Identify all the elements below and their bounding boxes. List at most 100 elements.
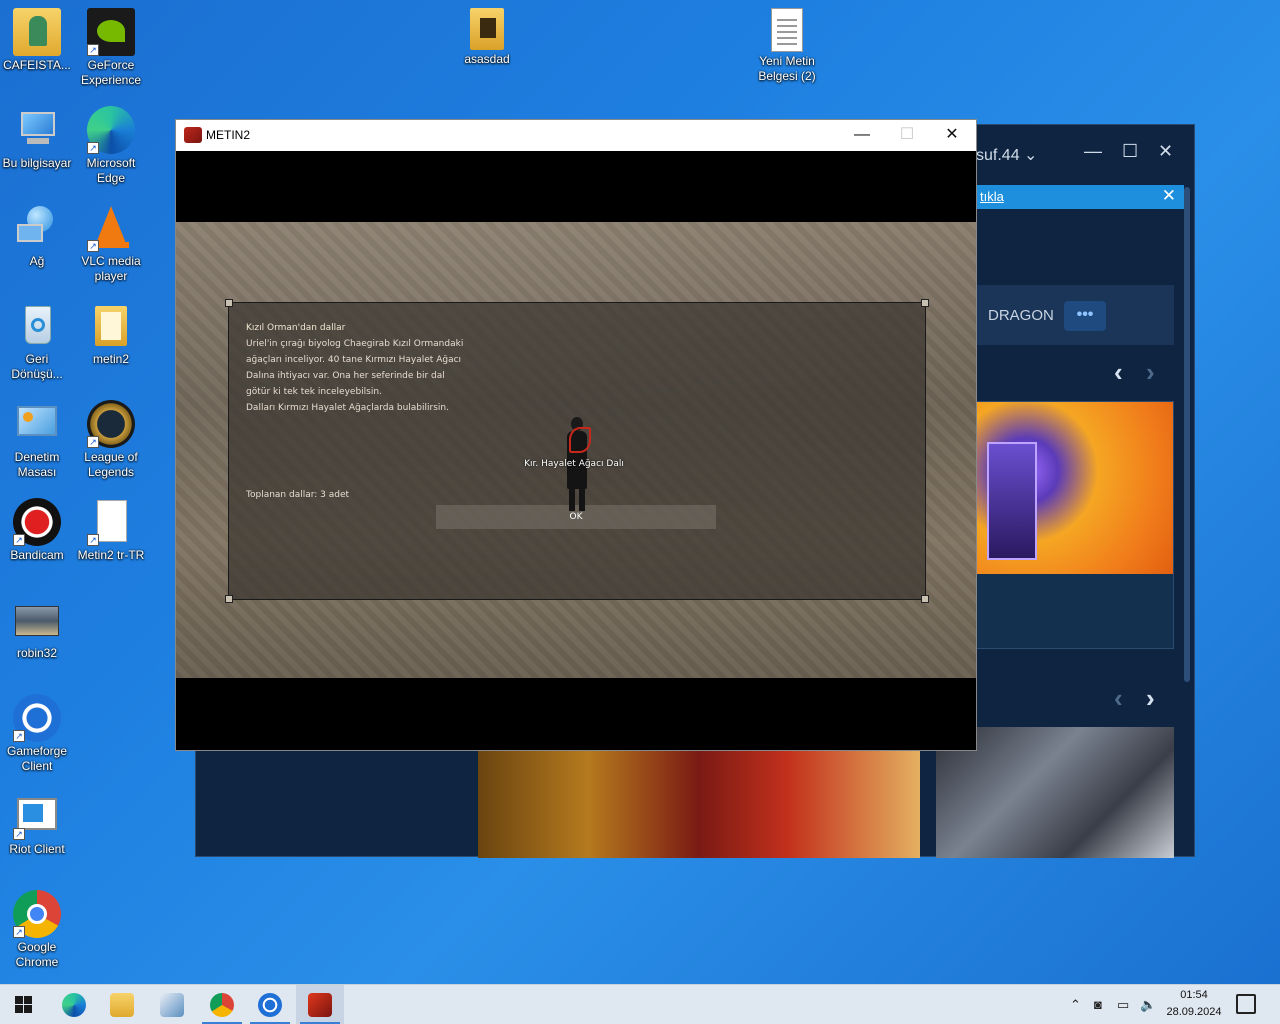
desktop-icon-label: VLC media player <box>81 254 141 283</box>
desktop-icon-label: GeForce Experience <box>80 58 142 87</box>
gameforge-close-button[interactable]: ✕ <box>1158 141 1173 162</box>
network-icon <box>13 204 61 252</box>
maximize-button[interactable]: ☐ <box>885 124 929 146</box>
quest-text-line: götür ki tek tek inceleyebilsin. <box>246 387 382 397</box>
clock-time[interactable]: 01:54 <box>1170 989 1218 1001</box>
start-icon <box>12 993 36 1017</box>
desktop-icon-metin2-tr[interactable]: ↗ Metin2 tr-TR <box>74 498 148 563</box>
desktop-icon-geforce[interactable]: ↗ GeForce Experience <box>74 8 148 88</box>
quest-text-line: ağaçları inceliyor. 40 tane Kırmızı Haya… <box>246 355 462 365</box>
desktop-icon-ag[interactable]: Ağ <box>0 204 74 269</box>
shortcut-arrow-icon: ↗ <box>87 436 99 448</box>
taskbar-control-panel[interactable] <box>148 985 196 1024</box>
dialog-corner <box>225 299 233 307</box>
close-icon[interactable]: ✕ <box>1162 186 1176 206</box>
quest-title: Kızıl Orman'dan dallar <box>246 323 346 333</box>
desktop-icon-bandicam[interactable]: ↗ Bandicam <box>0 498 74 563</box>
gameforge-maximize-button[interactable]: ☐ <box>1122 141 1138 162</box>
desktop-icon-edge[interactable]: ↗ Microsoft Edge <box>74 106 148 186</box>
gameforge-user-menu[interactable]: suf.44 ⌄ <box>976 145 1037 165</box>
folder-icon <box>470 8 504 50</box>
character-name-label: Kır. Hayalet Ağacı Dalı <box>524 459 624 469</box>
volume-icon[interactable]: 🔈 <box>1140 997 1156 1013</box>
quest-text-line: Uriel'in çırağı biyolog Chaegirab Kızıl … <box>246 339 464 349</box>
metin2-window[interactable]: METIN2 — ☐ ✕ Kızıl Orman'dan dallar Urie… <box>175 119 977 751</box>
quest-progress: Toplanan dallar: 3 adet <box>246 490 350 500</box>
shortcut-arrow-icon: ↗ <box>87 142 99 154</box>
taskbar-gameforge[interactable] <box>246 985 294 1024</box>
desktop-icon-label: League of Legends <box>84 450 138 479</box>
edge-icon <box>62 993 86 1017</box>
treasure-chest-icon <box>987 442 1037 560</box>
shortcut-arrow-icon: ↗ <box>13 828 25 840</box>
metin2-app-icon <box>184 127 202 143</box>
shortcut-arrow-icon: ↗ <box>13 534 25 546</box>
minimize-button[interactable]: — <box>840 124 884 146</box>
chrome-icon <box>210 993 234 1017</box>
desktop-icon-robin32[interactable]: robin32 <box>0 596 74 661</box>
desktop-icon-denetim-masasi[interactable]: Denetim Masası <box>0 400 74 480</box>
chevron-right-icon[interactable]: › <box>1146 683 1155 714</box>
desktop-icon-label: Riot Client <box>9 842 65 856</box>
edge-icon: ↗ <box>87 106 135 154</box>
notification-icon[interactable] <box>1236 994 1256 1014</box>
taskbar-metin2[interactable] <box>296 985 344 1024</box>
network-icon[interactable]: ▭ <box>1117 997 1129 1013</box>
desktop-icon-label: Metin2 tr-TR <box>77 548 145 562</box>
desktop-icon-label: Google Chrome <box>15 940 59 969</box>
game-news-card[interactable] <box>478 751 920 858</box>
chevron-up-icon[interactable]: ⌃ <box>1070 997 1081 1013</box>
desktop-icon-gameforge[interactable]: ↗ Gameforge Client <box>0 694 74 774</box>
bandicam-icon: ↗ <box>13 498 61 546</box>
taskbar-file-explorer[interactable] <box>98 985 146 1024</box>
image-icon <box>13 596 61 644</box>
desktop-icon-league[interactable]: ↗ League of Legends <box>74 400 148 480</box>
folder-icon <box>87 302 135 350</box>
meet-now-icon[interactable]: ◙ <box>1094 997 1102 1012</box>
clock-date[interactable]: 28.09.2024 <box>1160 1006 1228 1018</box>
desktop-icon-asasdad[interactable]: asasdad <box>450 8 524 67</box>
desktop-icon-label: CAFEISTA... <box>3 58 71 72</box>
desktop-icon-label: Bandicam <box>10 548 64 562</box>
chevron-down-icon: ⌄ <box>1024 147 1038 164</box>
taskbar-chrome[interactable] <box>198 985 246 1024</box>
desktop-icon-label: robin32 <box>16 646 58 660</box>
scrollbar[interactable] <box>1184 187 1190 682</box>
desktop-icon-label: asasdad <box>464 52 510 66</box>
title-bar[interactable]: METIN2 — ☐ ✕ <box>176 120 976 151</box>
shortcut-arrow-icon: ↗ <box>13 730 25 742</box>
chrome-icon: ↗ <box>13 890 61 938</box>
gameforge-notice-banner: tıkla ✕ <box>976 185 1184 209</box>
chevron-left-icon[interactable]: ‹ <box>1114 683 1123 714</box>
desktop-icon-label: metin2 <box>92 352 130 366</box>
desktop-icon-chrome[interactable]: ↗ Google Chrome <box>0 890 74 970</box>
character-leg <box>569 487 575 511</box>
chevron-left-icon[interactable]: ‹ <box>1114 357 1123 388</box>
username: suf.44 <box>976 147 1020 164</box>
notice-link[interactable]: tıkla <box>980 189 1004 204</box>
desktop-icon-geri-donusum[interactable]: Geri Dönüşü... <box>0 302 74 382</box>
taskbar: ⌃ ◙ ▭ 🔈 01:54 28.09.2024 <box>0 984 1280 1024</box>
promo-card[interactable] <box>976 401 1174 649</box>
text-document-icon <box>771 8 803 52</box>
shortcut-arrow-icon: ↗ <box>13 926 25 938</box>
file-explorer-icon <box>110 993 134 1017</box>
more-tabs-button[interactable]: ••• <box>1064 301 1106 331</box>
chevron-right-icon[interactable]: › <box>1146 357 1155 388</box>
desktop-icon-vlc[interactable]: ↗ VLC media player <box>74 204 148 284</box>
start-button[interactable] <box>0 985 48 1024</box>
close-button[interactable]: ✕ <box>930 124 974 146</box>
gameforge-minimize-button[interactable]: — <box>1084 141 1102 162</box>
desktop-icon-yeni-metin[interactable]: Yeni Metin Belgesi (2) <box>750 8 824 84</box>
desktop-icon-riot[interactable]: ↗ Riot Client <box>0 792 74 857</box>
desktop-icon-label: Gameforge Client <box>6 744 68 773</box>
desktop-icon-cafeista[interactable]: CAFEISTA... <box>0 8 74 73</box>
league-icon: ↗ <box>87 400 135 448</box>
shortcut-arrow-icon: ↗ <box>87 44 99 56</box>
control-panel-icon <box>13 400 61 448</box>
desktop-icon-bu-bilgisayar[interactable]: Bu bilgisayar <box>0 106 74 171</box>
game-viewport[interactable]: Kızıl Orman'dan dallar Uriel'in çırağı b… <box>176 222 976 678</box>
taskbar-edge[interactable] <box>50 985 98 1024</box>
desktop-icon-metin2-folder[interactable]: metin2 <box>74 302 148 367</box>
tab-dragon[interactable]: DRAGON <box>988 307 1054 324</box>
